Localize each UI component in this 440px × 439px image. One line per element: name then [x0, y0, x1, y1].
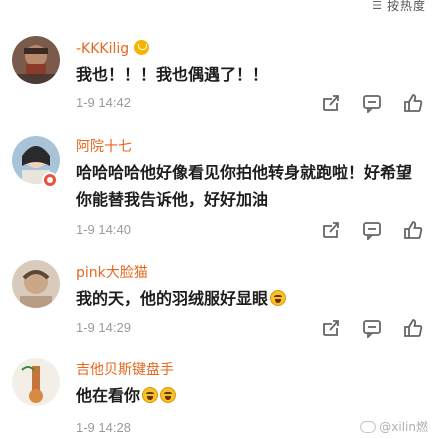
comment-actions — [320, 318, 424, 338]
avatar[interactable] — [12, 358, 60, 406]
avatar[interactable] — [12, 260, 60, 308]
comment-username[interactable]: pink大脸猫 — [76, 264, 148, 282]
laugh-emoji-icon — [270, 290, 287, 306]
avatar[interactable] — [12, 36, 60, 84]
comment-time: 1-9 14:29 — [76, 320, 131, 335]
comment-text: 他在看你 — [76, 382, 426, 409]
comment-username[interactable]: 阿院十七 — [76, 138, 132, 156]
comment-icon[interactable] — [361, 318, 383, 338]
comment-username[interactable]: 吉他贝斯键盘手 — [76, 361, 174, 379]
share-icon[interactable] — [320, 93, 342, 113]
like-icon[interactable] — [402, 220, 424, 240]
comment-text: 我的天，他的羽绒服好显眼 — [76, 285, 426, 312]
share-icon[interactable] — [320, 220, 342, 240]
sort-toggle[interactable]: ☰ 按热度 — [372, 0, 426, 14]
watermark: @xilin燃 — [360, 418, 428, 435]
verified-badge-icon — [42, 172, 58, 188]
sort-label: 按热度 — [386, 0, 426, 13]
sort-icon: ☰ — [372, 0, 382, 12]
laugh-cry-emoji-icon — [160, 387, 177, 403]
comment-time: 1-9 14:40 — [76, 222, 131, 237]
comment-time: 1-9 14:28 — [76, 420, 131, 435]
comment-text: 我也！！！我也偶遇了！！ — [76, 65, 269, 84]
like-icon[interactable] — [402, 318, 424, 338]
comment-text: 哈哈哈哈他好像看见你拍他转身就跑啦！好希望你能替我告诉他，好好加油 — [76, 163, 413, 209]
comment-icon[interactable] — [361, 220, 383, 240]
comment-username[interactable]: -KKKilig — [76, 40, 150, 58]
share-icon[interactable] — [320, 318, 342, 338]
comment-time: 1-9 14:42 — [76, 95, 131, 110]
member-badge-icon — [134, 40, 150, 55]
weibo-logo-icon — [360, 420, 377, 433]
like-icon[interactable] — [402, 93, 424, 113]
comment-actions — [320, 220, 424, 240]
comment-actions — [320, 93, 424, 113]
comment-icon[interactable] — [361, 93, 383, 113]
laugh-cry-emoji-icon — [142, 387, 159, 403]
